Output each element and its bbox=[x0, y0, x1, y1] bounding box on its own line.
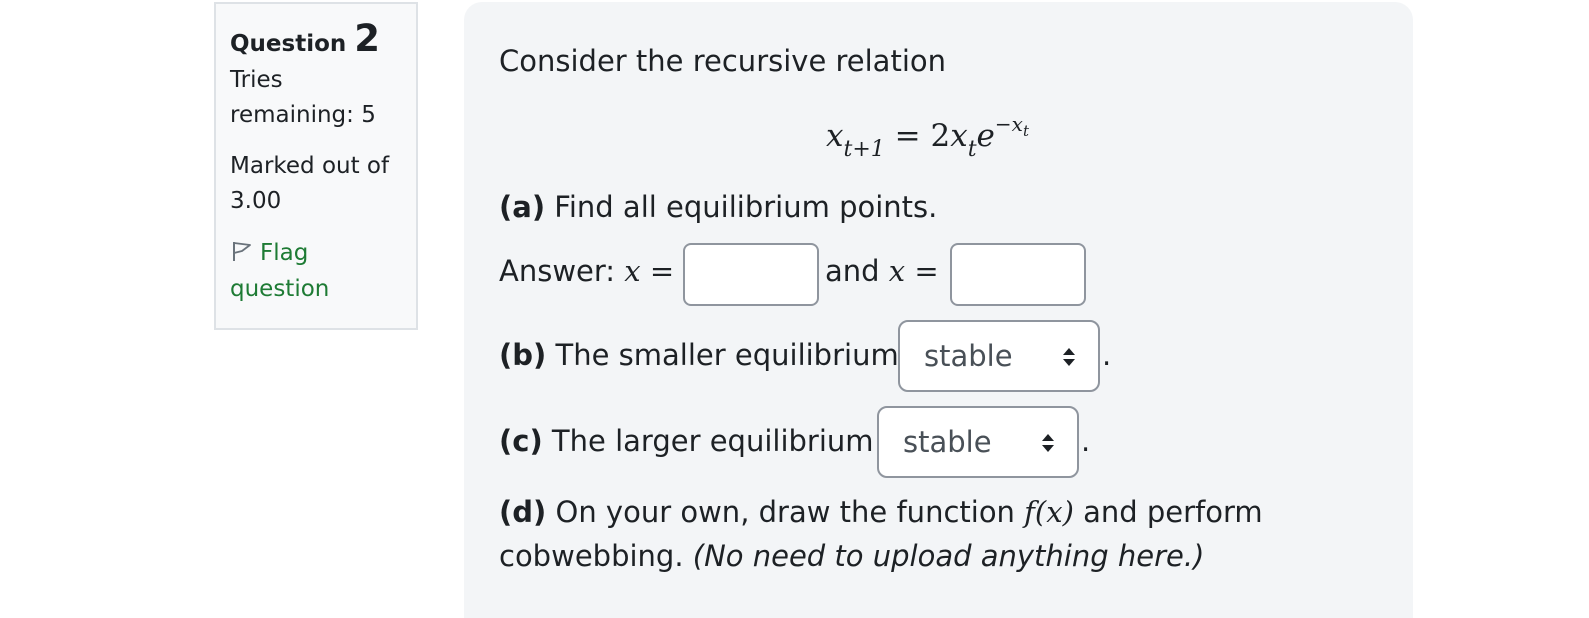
part-d-text-3: cobwebbing. bbox=[499, 539, 684, 573]
eq-lhs-sub: t+1 bbox=[843, 137, 885, 162]
part-d-text-1: On your own, draw the function bbox=[555, 495, 1015, 529]
answer-label-text: Answer: bbox=[499, 254, 616, 288]
larger-equilibrium-select[interactable]: stable bbox=[877, 406, 1079, 478]
part-d-note: (No need to upload anything here.) bbox=[692, 539, 1205, 573]
answer-var-2: x = bbox=[888, 254, 939, 288]
part-d-label: (d) bbox=[499, 495, 547, 529]
answer-and: and x = bbox=[825, 254, 939, 288]
question-content: Consider the recursive relation xt+1 = 2… bbox=[464, 2, 1413, 618]
equilibrium-2-input[interactable] bbox=[950, 243, 1086, 306]
eq-var-sub: t bbox=[967, 137, 977, 162]
smaller-equilibrium-value: stable bbox=[924, 339, 1013, 373]
part-b-label: (b) bbox=[499, 338, 547, 372]
part-b-text: The smaller equilibrium is bbox=[555, 338, 932, 372]
eq-base: e bbox=[976, 118, 995, 154]
equilibrium-1-input[interactable] bbox=[683, 243, 819, 306]
answer-var-1: x = bbox=[624, 254, 675, 288]
question-label: Question bbox=[230, 31, 347, 57]
grade-info: Marked out of 3.00 bbox=[230, 149, 402, 219]
tries-remaining: Tries remaining: 5 bbox=[230, 63, 402, 133]
part-d-function: f(x) bbox=[1024, 495, 1074, 529]
answer-label: Answer: x = bbox=[499, 254, 674, 288]
flag-text-2[interactable]: question bbox=[230, 276, 329, 302]
part-c-text: The larger equilibrium is bbox=[551, 424, 906, 458]
flag-text-1[interactable]: Flag bbox=[260, 240, 308, 266]
question-intro: Consider the recursive relation bbox=[499, 44, 947, 78]
question-number: 2 bbox=[354, 17, 381, 60]
part-c-period: . bbox=[1081, 424, 1091, 458]
part-c-label: (c) bbox=[499, 424, 543, 458]
eq-lhs-var: x bbox=[826, 118, 844, 154]
flag-icon bbox=[233, 242, 251, 261]
recursion-equation: xt+1 = 2xte−xt bbox=[826, 112, 1029, 162]
part-c: (c) The larger equilibrium is bbox=[499, 424, 906, 458]
select-arrows-icon bbox=[1063, 348, 1075, 366]
and-text: and bbox=[825, 254, 880, 288]
part-b-period: . bbox=[1102, 338, 1112, 372]
eq-exp: −x bbox=[994, 112, 1023, 136]
part-d: (d) On your own, draw the function f(x) … bbox=[499, 495, 1263, 529]
larger-equilibrium-value: stable bbox=[903, 425, 992, 459]
eq-exp-sub: t bbox=[1022, 122, 1029, 140]
part-d-text-2: and perform bbox=[1083, 495, 1263, 529]
part-a-text: Find all equilibrium points. bbox=[554, 190, 938, 224]
smaller-equilibrium-select[interactable]: stable bbox=[898, 320, 1100, 392]
part-d-line2: cobwebbing. (No need to upload anything … bbox=[499, 539, 1204, 573]
marked-out-of-line: Marked out of bbox=[230, 153, 390, 179]
part-b: (b) The smaller equilibrium is bbox=[499, 338, 931, 372]
tries-line: Tries bbox=[230, 67, 283, 93]
max-mark-line: 3.00 bbox=[230, 188, 282, 214]
part-a: (a) Find all equilibrium points. bbox=[499, 190, 937, 224]
eq-var: x bbox=[950, 118, 968, 154]
select-arrows-icon bbox=[1042, 434, 1054, 452]
flag-question-link[interactable]: Flag question bbox=[230, 235, 402, 307]
question-info-panel: Question 2 Tries remaining: 5 Marked out… bbox=[214, 2, 418, 330]
remaining-line: remaining: 5 bbox=[230, 102, 376, 128]
eq-coef: 2 bbox=[930, 118, 951, 154]
eq-equals: = bbox=[894, 118, 921, 154]
part-a-label: (a) bbox=[499, 190, 546, 224]
question-number-heading: Question 2 bbox=[230, 20, 402, 57]
